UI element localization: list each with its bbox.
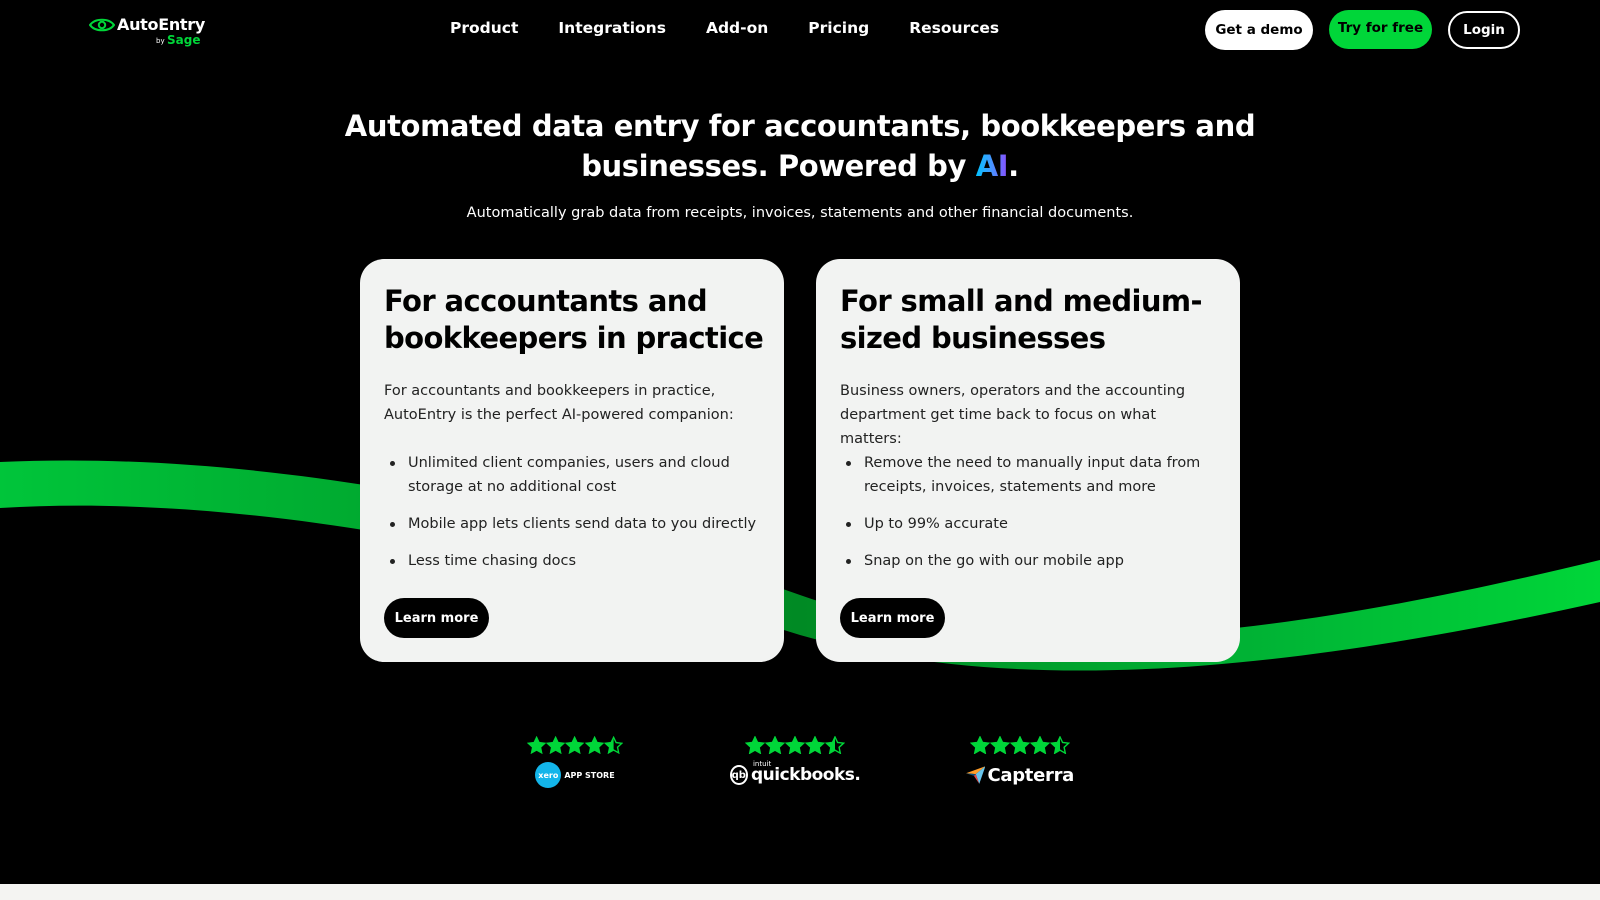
card-description: For accountants and bookkeepers in pract… <box>384 383 734 423</box>
bullet-icon <box>390 522 395 527</box>
hero-title: Automated data entry for accountants, bo… <box>300 106 1300 186</box>
green-swoosh-decoration <box>0 460 1600 671</box>
star-full-icon <box>970 736 990 754</box>
hero-title-ai: AI <box>975 149 1009 183</box>
capterra-label: Capterra <box>987 764 1074 786</box>
list-item-text: Mobile app lets clients send data to you… <box>408 516 757 532</box>
capterra-arrow-icon <box>966 766 986 784</box>
intuit-label: intuit <box>752 760 772 768</box>
bullet-icon <box>846 461 851 466</box>
xero-app-store-logo: xero APP STORE <box>527 762 623 788</box>
capterra-logo: Capterra <box>966 762 1074 788</box>
eye-logo-icon <box>89 18 115 32</box>
rating-capterra[interactable]: Capterra <box>966 736 1074 786</box>
quickbooks-wordmark: intuit quickbooks. <box>750 760 861 785</box>
main-nav: Product Integrations Add-on Pricing Reso… <box>450 19 1039 37</box>
card-title: For accountants and bookkeepers in pract… <box>384 284 764 355</box>
rating-quickbooks[interactable]: qb intuit quickbooks. <box>729 736 861 788</box>
quickbooks-label: quickbooks. <box>750 765 861 785</box>
card-bullet-list: Unlimited client companies, users and cl… <box>384 451 764 586</box>
star-full-icon <box>527 736 547 754</box>
list-item-text: Less time chasing docs <box>408 553 577 569</box>
bullet-icon <box>846 522 851 527</box>
list-item: Remove the need to manually input data f… <box>840 451 1220 499</box>
star-full-icon <box>565 736 585 754</box>
bullet-icon <box>390 559 395 564</box>
list-item: Up to 99% accurate <box>840 512 1220 536</box>
try-for-free-button[interactable]: Try for free <box>1329 10 1432 49</box>
hero-title-line1: Automated data entry for accountants, bo… <box>344 109 1256 143</box>
list-item-text: Unlimited client companies, users and cl… <box>408 455 730 495</box>
card-title: For small and medium-sized businesses <box>840 284 1203 355</box>
star-half-icon <box>603 736 624 754</box>
nav-integrations[interactable]: Integrations <box>558 19 666 37</box>
bullet-icon <box>390 461 395 466</box>
bullet-icon <box>846 559 851 564</box>
star-rating <box>527 736 624 756</box>
card-accountants: For accountants and bookkeepers in pract… <box>360 259 784 662</box>
nav-product[interactable]: Product <box>450 19 518 37</box>
list-item: Less time chasing docs <box>384 549 764 573</box>
nav-add-on[interactable]: Add-on <box>706 19 768 37</box>
next-section-edge <box>0 884 1600 900</box>
list-item: Unlimited client companies, users and cl… <box>384 451 764 499</box>
logo-by: by <box>156 37 165 45</box>
star-half-icon <box>825 736 845 754</box>
star-rating <box>966 736 1074 756</box>
quickbooks-icon: qb <box>729 765 748 785</box>
list-item-text: Remove the need to manually input data f… <box>864 455 1201 495</box>
star-full-icon <box>785 736 805 754</box>
card-description: Business owners, operators and the accou… <box>840 383 1186 447</box>
list-item-text: Up to 99% accurate <box>864 516 1008 532</box>
list-item: Snap on the go with our mobile app <box>840 549 1220 573</box>
list-item: Mobile app lets clients send data to you… <box>384 512 764 536</box>
hero-title-line2: businesses. Powered by <box>581 149 976 183</box>
nav-pricing[interactable]: Pricing <box>808 19 869 37</box>
quickbooks-logo: qb intuit quickbooks. <box>729 760 861 788</box>
rating-xero[interactable]: xero APP STORE <box>527 736 624 788</box>
star-full-icon <box>990 736 1010 754</box>
card-bullet-list: Remove the need to manually input data f… <box>840 451 1220 586</box>
star-full-icon <box>546 736 566 754</box>
star-full-icon <box>1030 736 1050 754</box>
logo-name: AutoEntry <box>117 15 206 34</box>
list-item-text: Snap on the go with our mobile app <box>864 553 1124 569</box>
hero-subtitle: Automatically grab data from receipts, i… <box>466 205 1134 221</box>
star-full-icon <box>1010 736 1030 754</box>
star-full-icon <box>805 736 825 754</box>
card-businesses: For small and medium-sized businesses Bu… <box>816 259 1240 662</box>
star-half-icon <box>1050 736 1070 754</box>
star-full-icon <box>745 736 765 754</box>
learn-more-button-businesses[interactable]: Learn more <box>840 598 945 638</box>
xero-label: APP STORE <box>564 770 615 780</box>
nav-resources[interactable]: Resources <box>909 19 999 37</box>
login-button[interactable]: Login <box>1448 11 1520 49</box>
star-rating <box>733 736 857 756</box>
get-a-demo-button[interactable]: Get a demo <box>1205 10 1313 50</box>
learn-more-button-accountants[interactable]: Learn more <box>384 598 489 638</box>
star-full-icon <box>765 736 785 754</box>
star-full-icon <box>584 736 604 754</box>
hero-title-suffix: . <box>1008 149 1019 183</box>
logo-sage: Sage <box>167 33 201 47</box>
xero-icon: xero <box>535 762 562 788</box>
autoentry-logo[interactable]: AutoEntry by Sage <box>89 14 209 54</box>
site-header: AutoEntry by Sage Product Integrations A… <box>0 0 1600 62</box>
